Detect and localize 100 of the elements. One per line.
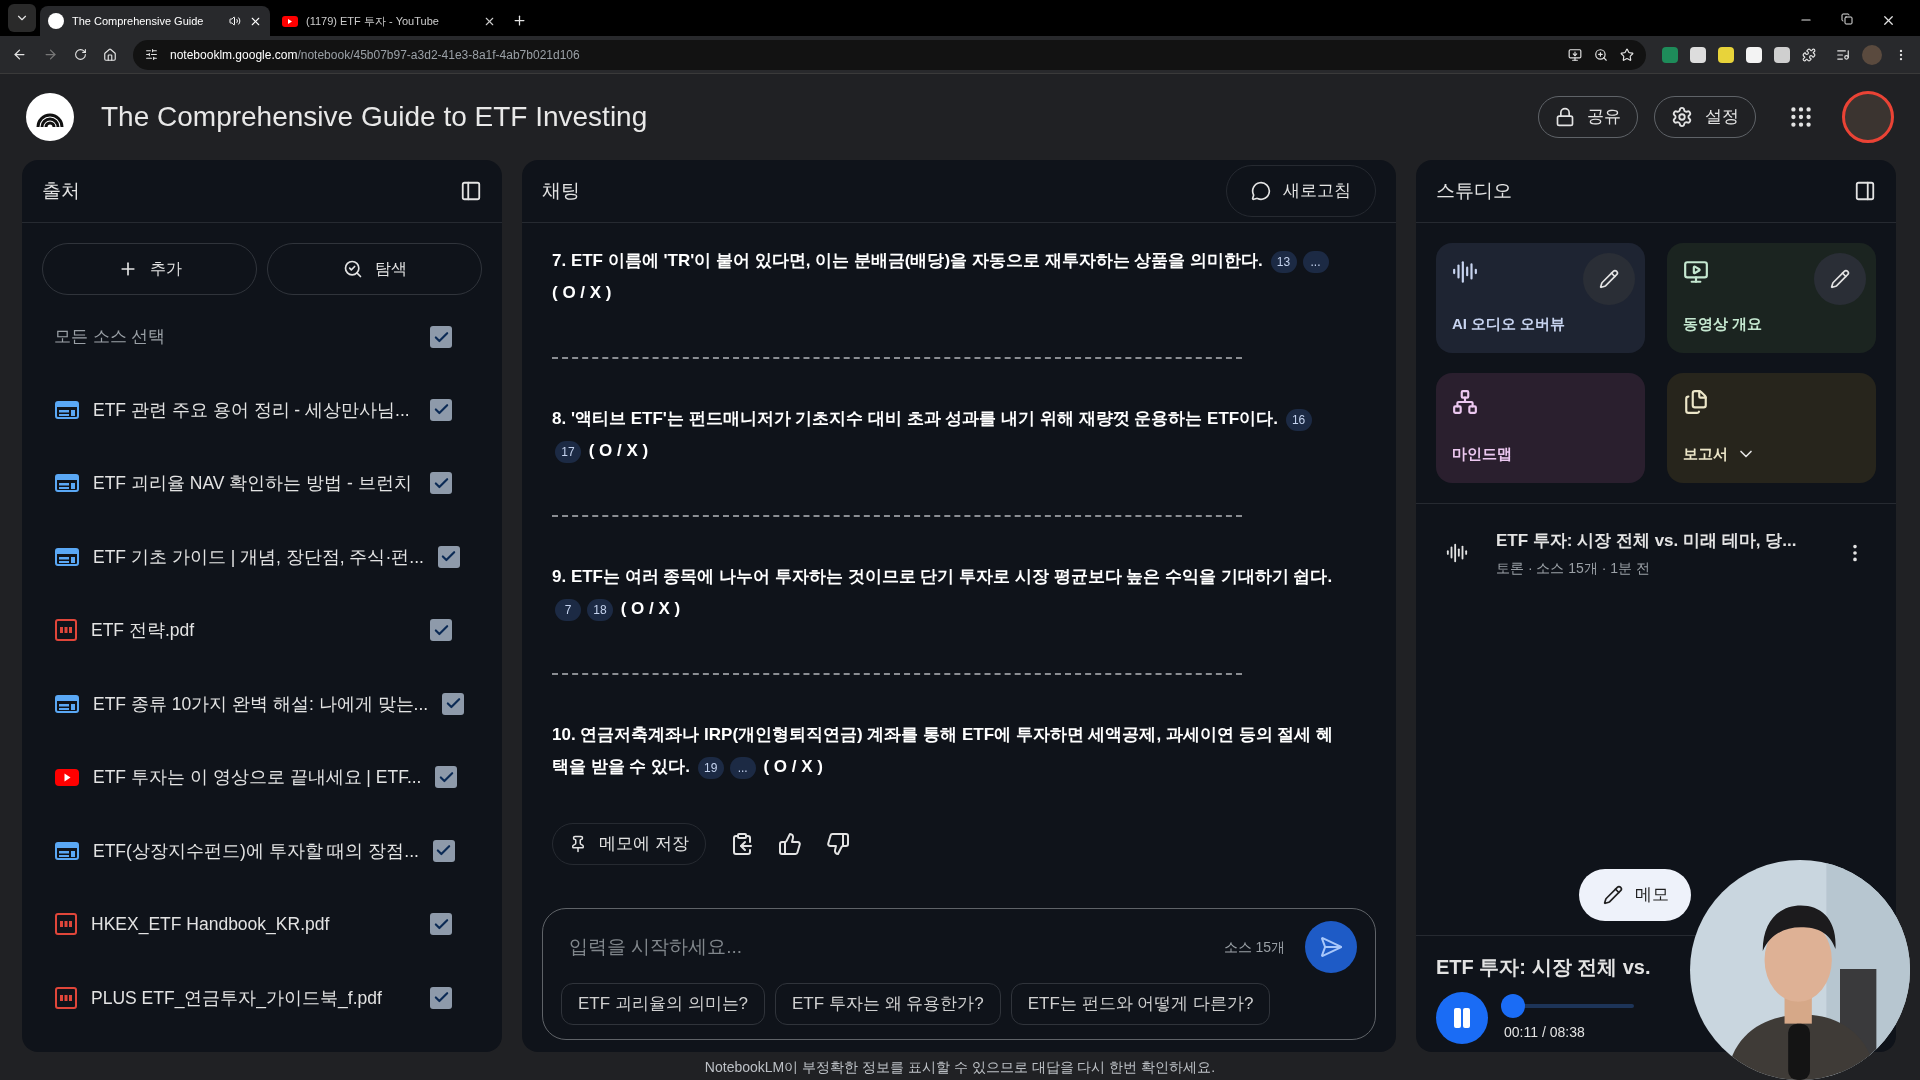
audio-overview-item[interactable]: ETF 투자: 시장 전체 vs. 미래 테마, 당... 토론 · 소스 15개 · 1분 전 <box>1416 504 1896 603</box>
checkbox[interactable] <box>437 545 460 568</box>
checkbox[interactable] <box>430 913 452 936</box>
browser-tab[interactable]: The Comprehensive Guide <box>40 6 270 36</box>
video-icon <box>1683 259 1709 285</box>
zoom-icon[interactable] <box>1594 47 1608 62</box>
citation-chip[interactable]: 17 <box>555 440 581 463</box>
reload-icon[interactable] <box>74 48 87 61</box>
checkbox[interactable] <box>430 326 452 348</box>
extension-icon[interactable] <box>1690 46 1706 63</box>
disclaimer-text: NotebookLM이 부정확한 정보를 표시할 수 있으므로 대답을 다시 한번 확인하세요. <box>703 1058 1217 1077</box>
studio-tile[interactable]: 마인드맵 <box>1436 373 1645 483</box>
thumbs-up-icon[interactable] <box>777 832 802 856</box>
citation-chip[interactable]: 18 <box>587 598 613 621</box>
tile-label: 동영상 개요 <box>1683 313 1763 334</box>
quiz-statement: 9. ETF는 여러 종목에 나누어 투자하는 것이므로 단기 투자로 시장 평균보다 높은 수익을 기대하기 쉽다. 7 18 ( O / X ) <box>552 561 1342 673</box>
citation-chip[interactable]: 19 <box>697 756 724 779</box>
source-item[interactable]: ETF 괴리율 NAV 확인하는 방법 - 브런치 <box>22 446 502 520</box>
source-count: 소스 15개 <box>1223 937 1285 957</box>
checkbox[interactable] <box>432 839 455 862</box>
source-item[interactable]: ETF 기초 가이드 | 개념, 장단점, 주식·펀... <box>22 520 502 594</box>
close-icon[interactable] <box>1881 13 1896 28</box>
edit-button[interactable] <box>1814 253 1866 305</box>
checkbox[interactable] <box>442 692 465 715</box>
pencil-icon <box>1599 269 1619 289</box>
notebook-logo-icon[interactable] <box>26 93 74 141</box>
document-icon <box>55 913 77 936</box>
suggestion-chip[interactable]: ETF 투자는 왜 유용한가? <box>775 983 1001 1025</box>
source-item[interactable]: ETF(상장지수펀드)에 투자할 때의 장점... <box>22 814 502 888</box>
citation-chip[interactable]: 13 <box>1270 250 1297 273</box>
panel-title: 출처 <box>42 178 80 203</box>
suggestion-chip[interactable]: ETF 괴리율의 의미는? <box>561 983 765 1025</box>
search-sparkle-icon <box>342 259 363 279</box>
checkbox[interactable] <box>430 986 452 1009</box>
thumbs-down-icon[interactable] <box>825 832 850 856</box>
checkbox[interactable] <box>435 766 458 789</box>
progress-slider[interactable] <box>1504 993 1634 1018</box>
checkbox[interactable] <box>430 472 452 495</box>
settings-icon <box>1671 106 1693 128</box>
player-title: ETF 투자: 시장 전체 vs. <box>1436 955 1652 980</box>
send-icon <box>1319 935 1343 959</box>
pause-button[interactable] <box>1436 992 1488 1044</box>
new-tab-icon[interactable] <box>512 13 527 28</box>
studio-tile[interactable]: 동영상 개요 <box>1667 243 1876 353</box>
source-item[interactable]: ETF 관련 주요 용어 정리 - 세상만사님... <box>22 373 502 447</box>
citation-chip[interactable]: ... <box>729 756 756 779</box>
pencil-icon <box>1830 269 1850 289</box>
citation-chip[interactable]: 7 <box>555 598 581 621</box>
source-title: ETF(상장지수펀드)에 투자할 때의 장점... <box>93 839 419 863</box>
install-icon[interactable] <box>1568 47 1582 62</box>
citation-chip[interactable]: 16 <box>1285 408 1312 431</box>
checkbox[interactable] <box>430 398 452 421</box>
chat-bubble-icon <box>1251 181 1271 201</box>
extension-icon[interactable] <box>1774 46 1790 63</box>
panel-title: 채팅 <box>542 178 580 203</box>
media-control-icon[interactable] <box>1836 47 1850 62</box>
bookmark-star-icon[interactable] <box>1620 47 1634 62</box>
checkbox[interactable] <box>430 619 452 642</box>
source-item[interactable]: ETF 전략.pdf <box>22 593 502 667</box>
document-icon <box>55 619 77 642</box>
tab-list-button[interactable] <box>8 4 36 32</box>
collapse-panel-icon[interactable] <box>460 180 482 202</box>
pin-icon <box>569 835 587 853</box>
forward-icon[interactable] <box>43 47 58 62</box>
web-page-icon <box>55 841 79 860</box>
extension-icon[interactable] <box>1746 46 1762 63</box>
send-button[interactable] <box>1305 921 1357 973</box>
select-all-label: 모든 소스 선택 <box>54 326 166 349</box>
source-item[interactable]: ETF 종류 10가지 완벽 해설: 나에게 맞는... <box>22 667 502 741</box>
add-note-button[interactable]: 메모 <box>1579 869 1691 921</box>
source-title: ETF 관련 주요 용어 정리 - 세상만사님... <box>93 398 411 422</box>
url-text: notebooklm.google.com/notebook/45b07b97-a3d2-41e3-8a1f-4ab7b021d106 <box>170 46 580 64</box>
source-item[interactable]: HKEX_ETF Handbook_KR.pdf <box>22 887 502 961</box>
source-title: PLUS ETF_연금투자_가이드북_f.pdf <box>91 986 383 1011</box>
browser-tab[interactable]: (1179) ETF 투자 - YouTube <box>274 6 504 36</box>
source-item[interactable]: PLUS ETF_연금투자_가이드북_f.pdf <box>22 961 502 1035</box>
restore-icon[interactable] <box>1841 13 1853 25</box>
studio-tile[interactable]: 보고서 <box>1667 373 1876 483</box>
collapse-panel-icon[interactable] <box>1854 180 1876 202</box>
audio-wave-icon <box>1446 542 1468 565</box>
extensions-icon[interactable] <box>1802 47 1816 62</box>
citation-chip[interactable]: ... <box>1302 250 1329 273</box>
source-title: ETF 종류 10가지 완벽 해설: 나에게 맞는... <box>93 692 429 716</box>
panel-title: 스튜디오 <box>1436 178 1512 203</box>
extension-icon[interactable] <box>1718 46 1734 63</box>
source-title: ETF 괴리율 NAV 확인하는 방법 - 브런치 <box>93 472 413 496</box>
tab-title: The Comprehensive Guide <box>72 13 205 29</box>
back-icon[interactable] <box>12 47 27 62</box>
quiz-statement: 8. '액티브 ETF'는 펀드매니저가 기초지수 대비 초과 성과를 내기 위해 재량껏 운용하는 ETF이다. 16 17 ( O / X ) <box>552 403 1342 515</box>
source-item[interactable]: ETF 투자는 이 영상으로 끝내세요 | ETF... <box>22 740 502 814</box>
chat-input-field[interactable]: 입력을 시작하세요... <box>561 932 1224 962</box>
edit-button[interactable] <box>1583 253 1635 305</box>
source-title: ETF 투자는 이 영상으로 끝내세요 | ETF... <box>93 766 422 790</box>
account-avatar[interactable] <box>1842 91 1894 143</box>
studio-tile[interactable]: AI 오디오 오버뷰 <box>1436 243 1645 353</box>
address-bar[interactable]: notebooklm.google.com/notebook/45b07b97-a3d2-41e3-8a1f-4ab7b021d106 <box>133 39 1646 70</box>
apps-grid-icon[interactable] <box>1788 104 1814 130</box>
tab-title: (1179) ETF 투자 - YouTube <box>306 13 440 29</box>
home-icon[interactable] <box>103 47 117 62</box>
suggestion-chip[interactable]: ETF는 펀드와 어떻게 다른가? <box>1010 983 1271 1025</box>
